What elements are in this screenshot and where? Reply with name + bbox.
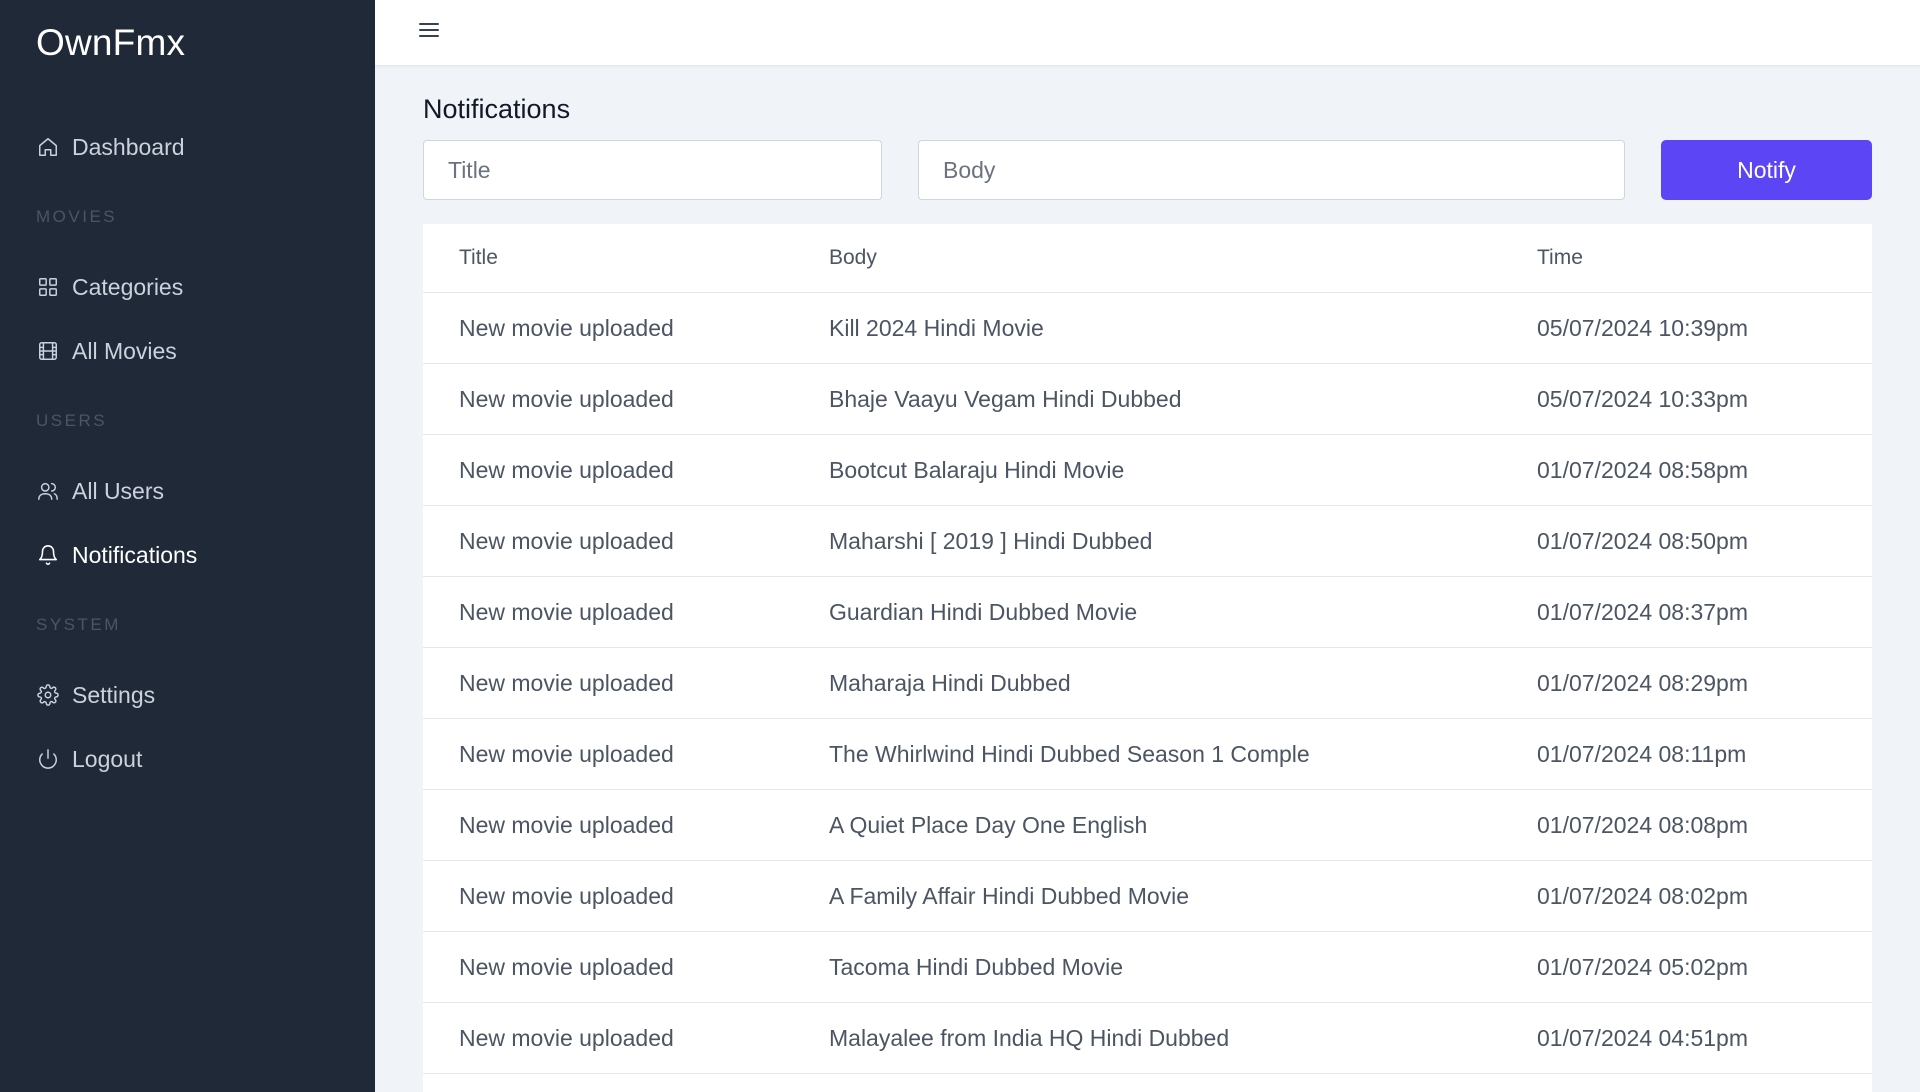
hamburger-menu-icon xyxy=(418,21,440,44)
section-heading-system: SYSTEM xyxy=(36,615,121,634)
cell-title: New movie uploaded xyxy=(459,528,674,554)
column-header-time: Time xyxy=(1537,246,1583,269)
sidebar-item-label: Categories xyxy=(72,273,184,300)
title-input[interactable] xyxy=(423,140,882,200)
notifications-table: Title Body Time New movie uploaded Kill … xyxy=(423,224,1872,1092)
cell-time: 01/07/2024 08:08pm xyxy=(1537,812,1749,838)
cell-body: A Family Affair Hindi Dubbed Movie xyxy=(829,883,1190,909)
table-row[interactable]: New movie uploaded Maharshi [ 2019 ] Hin… xyxy=(423,506,1872,577)
body-input[interactable] xyxy=(918,140,1625,200)
cell-body: Guardian Hindi Dubbed Movie xyxy=(829,599,1138,625)
table-row[interactable]: New movie uploaded Bhaje Vaayu Vegam Hin… xyxy=(423,364,1872,435)
cell-time: 01/07/2024 08:58pm xyxy=(1537,457,1749,483)
column-header-title: Title xyxy=(459,246,498,269)
cell-time: 01/07/2024 05:02pm xyxy=(1537,954,1749,980)
sidebar-item-settings[interactable]: Settings xyxy=(36,675,155,715)
film-icon xyxy=(36,339,60,363)
sidebar-item-notifications[interactable]: Notifications xyxy=(36,535,197,575)
brand-logo[interactable]: OwnFmx xyxy=(36,22,185,64)
cell-body: Bootcut Balaraju Hindi Movie xyxy=(829,457,1125,483)
cell-time: 05/07/2024 10:39pm xyxy=(1537,315,1749,341)
table-row[interactable]: New movie uploaded Kill 2024 Hindi Movie… xyxy=(423,293,1872,364)
cell-body: Maharaja Hindi Dubbed xyxy=(829,670,1071,696)
power-icon xyxy=(36,747,60,771)
cell-time: 01/07/2024 08:02pm xyxy=(1537,883,1749,909)
menu-toggle-button[interactable] xyxy=(411,14,447,50)
cell-time: 01/07/2024 08:29pm xyxy=(1537,670,1749,696)
sidebar-item-all-users[interactable]: All Users xyxy=(36,471,164,511)
cell-title: New movie uploaded xyxy=(459,1025,674,1051)
cell-time: 01/07/2024 08:11pm xyxy=(1537,741,1747,767)
sidebar-item-label: Dashboard xyxy=(72,133,185,160)
cell-body: Tacoma Hindi Dubbed Movie xyxy=(829,954,1124,980)
grid-icon xyxy=(36,275,60,299)
sidebar-item-label: Notifications xyxy=(72,541,198,568)
cell-title: New movie uploaded xyxy=(459,315,674,341)
cell-time: 05/07/2024 10:33pm xyxy=(1537,386,1749,412)
cell-title: New movie uploaded xyxy=(459,457,674,483)
home-icon xyxy=(36,135,60,159)
cell-body: Bhaje Vaayu Vegam Hindi Dubbed xyxy=(829,386,1182,412)
table-row[interactable]: New movie uploaded A Family Affair Hindi… xyxy=(423,861,1872,932)
cell-title: New movie uploaded xyxy=(459,883,674,909)
table-row[interactable]: New movie uploaded Guardian Hindi Dubbed… xyxy=(423,577,1872,648)
notify-button[interactable]: Notify xyxy=(1661,140,1872,200)
sidebar-item-label: All Movies xyxy=(72,337,177,364)
cell-title: New movie uploaded xyxy=(459,741,674,767)
cell-title: New movie uploaded xyxy=(459,670,674,696)
top-bar xyxy=(375,0,1920,66)
table-row[interactable]: New movie uploaded The Whirlwind Hindi D… xyxy=(423,719,1872,790)
cell-title: New movie uploaded xyxy=(459,812,674,838)
page-title: Notifications xyxy=(423,94,571,124)
sidebar-item-categories[interactable]: Categories xyxy=(36,267,183,307)
cell-title: New movie uploaded xyxy=(459,954,674,980)
cell-time: 01/07/2024 04:51pm xyxy=(1537,1025,1749,1051)
sidebar-item-label: Logout xyxy=(72,745,143,772)
cell-title: New movie uploaded xyxy=(459,599,674,625)
bell-icon xyxy=(36,543,60,567)
table-row[interactable]: New movie uploaded A Quiet Place Day One… xyxy=(423,790,1872,861)
table-row[interactable]: New movie uploaded Bootcut Balaraju Hind… xyxy=(423,435,1872,506)
table-row[interactable]: New movie uploaded Tacoma Hindi Dubbed M… xyxy=(423,932,1872,1003)
cell-body: A Quiet Place Day One English xyxy=(829,812,1148,838)
cell-time: 01/07/2024 08:50pm xyxy=(1537,528,1749,554)
table-row[interactable]: New movie uploaded Malayalee from India … xyxy=(423,1003,1872,1074)
sidebar-item-dashboard[interactable]: Dashboard xyxy=(36,127,185,167)
sidebar-item-all-movies[interactable]: All Movies xyxy=(36,331,177,371)
column-header-body: Body xyxy=(829,246,877,269)
users-icon xyxy=(36,479,60,503)
sidebar-item-label: Settings xyxy=(72,681,156,708)
sidebar: OwnFmx Dashboard MOVIES Categories All M… xyxy=(0,0,375,1092)
table-header: Title Body Time xyxy=(423,224,1872,293)
cell-body: Malayalee from India HQ Hindi Dubbed xyxy=(829,1025,1230,1051)
section-heading-users: USERS xyxy=(36,411,108,430)
cell-title: New movie uploaded xyxy=(459,386,674,412)
cell-body: The Whirlwind Hindi Dubbed Season 1 Comp… xyxy=(829,741,1310,767)
cell-body: Kill 2024 Hindi Movie xyxy=(829,315,1044,341)
sidebar-item-label: All Users xyxy=(72,477,165,504)
cell-body: Maharshi [ 2019 ] Hindi Dubbed xyxy=(829,528,1153,554)
sidebar-item-logout[interactable]: Logout xyxy=(36,739,142,779)
table-row[interactable]: New movie uploaded Maharaja Hindi Dubbed… xyxy=(423,648,1872,719)
gear-icon xyxy=(36,683,60,707)
section-heading-movies: MOVIES xyxy=(36,207,118,226)
cell-time: 01/07/2024 08:37pm xyxy=(1537,599,1749,625)
